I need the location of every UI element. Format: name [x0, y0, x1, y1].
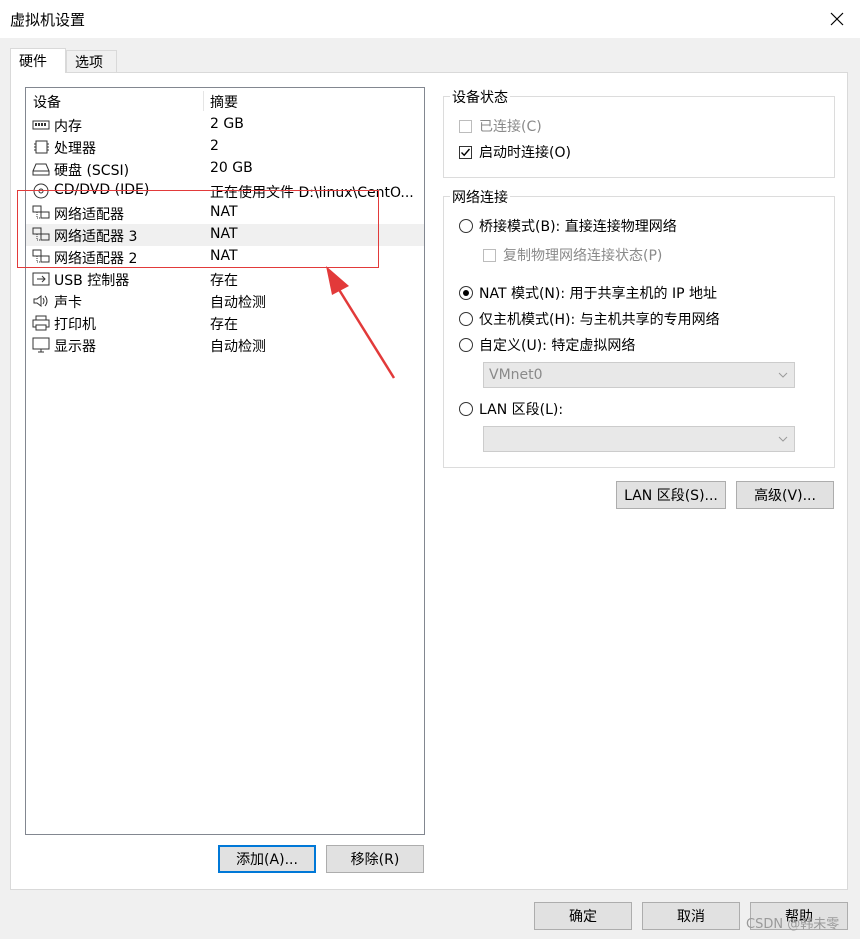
column-divider[interactable] — [203, 91, 204, 111]
lan-segments-button[interactable]: LAN 区段(S)... — [616, 481, 726, 509]
advanced-button[interactable]: 高级(V)... — [736, 481, 834, 509]
close-icon — [830, 12, 844, 26]
connected-checkbox-box[interactable] — [459, 119, 472, 133]
device-name: USB 控制器 — [54, 273, 130, 289]
nat-radio-circle[interactable] — [459, 286, 473, 300]
custom-radio-label: 自定义(U): 特定虚拟网络 — [479, 338, 636, 354]
connected-checkbox[interactable]: 已连接(C) — [459, 116, 542, 136]
remove-button[interactable]: 移除(R) — [326, 845, 424, 873]
printer-icon — [32, 315, 50, 331]
tab-options[interactable]: 选项 — [66, 50, 117, 72]
replicate-checkbox-label: 复制物理网络连接状态(P) — [503, 248, 663, 264]
device-summary: 2 — [210, 138, 219, 154]
cancel-button[interactable]: 取消 — [642, 902, 740, 930]
custom-radio-circle[interactable] — [459, 338, 473, 352]
bridged-radio-label: 桥接模式(B): 直接连接物理网络 — [479, 219, 677, 235]
custom-radio[interactable]: 自定义(U): 特定虚拟网络 — [459, 335, 635, 355]
speaker-icon — [33, 295, 48, 307]
device-name: 内存 — [54, 119, 82, 135]
lan-segment-radio[interactable]: LAN 区段(L): — [459, 399, 563, 419]
chevron-down-icon — [778, 436, 788, 442]
column-header-device[interactable]: 设备 — [33, 92, 61, 112]
device-row-processor[interactable]: 处理器 2 — [26, 136, 424, 158]
device-row-memory[interactable]: 内存 2 GB — [26, 114, 424, 136]
lan-segment-radio-label: LAN 区段(L): — [479, 402, 564, 418]
ok-button-label: 确定 — [569, 909, 597, 925]
nat-radio-label: NAT 模式(N): 用于共享主机的 IP 地址 — [479, 286, 717, 302]
device-summary: 自动检测 — [210, 295, 266, 311]
device-summary: 自动检测 — [210, 339, 266, 355]
disk-icon — [32, 163, 50, 176]
lan-segment-select[interactable] — [483, 426, 795, 452]
device-summary: 20 GB — [210, 160, 253, 176]
monitor-icon — [32, 337, 50, 353]
replicate-checkbox-box[interactable] — [483, 248, 496, 262]
cancel-button-label: 取消 — [677, 909, 705, 925]
device-summary: 存在 — [210, 317, 238, 333]
bridged-radio[interactable]: 桥接模式(B): 直接连接物理网络 — [459, 216, 677, 236]
memory-icon — [32, 120, 50, 130]
connected-checkbox-label: 已连接(C) — [479, 119, 542, 135]
add-button[interactable]: 添加(A)... — [218, 845, 316, 873]
lan-segment-radio-circle[interactable] — [459, 402, 473, 416]
ok-button[interactable]: 确定 — [534, 902, 632, 930]
annotation-highlight-box — [17, 190, 379, 268]
connect-at-power-on-label: 启动时连接(O) — [479, 145, 571, 161]
device-status-title: 设备状态 — [450, 87, 510, 107]
window-title: 虚拟机设置 — [10, 11, 86, 29]
device-name: 硬盘 (SCSI) — [54, 163, 130, 179]
column-header-summary[interactable]: 摘要 — [210, 92, 238, 112]
bridged-radio-circle[interactable] — [459, 219, 473, 233]
replicate-checkbox[interactable]: 复制物理网络连接状态(P) — [483, 245, 662, 265]
checkmark-icon — [461, 148, 471, 156]
device-summary: 2 GB — [210, 116, 244, 132]
custom-network-select[interactable]: VMnet0 — [483, 362, 795, 388]
device-name: 打印机 — [54, 317, 96, 333]
chevron-down-icon — [778, 372, 788, 378]
device-row-hard-disk[interactable]: 硬盘 (SCSI) 20 GB — [26, 158, 424, 180]
tab-hardware[interactable]: 硬件 — [10, 48, 66, 73]
advanced-button-label: 高级(V)... — [754, 488, 816, 504]
lan-segments-button-label: LAN 区段(S)... — [624, 488, 718, 504]
tab-hardware-label: 硬件 — [19, 54, 47, 70]
title-bar: 虚拟机设置 — [0, 0, 860, 38]
device-name: 处理器 — [54, 141, 96, 157]
connect-at-power-on-checkbox-box[interactable] — [459, 145, 472, 159]
custom-network-select-value: VMnet0 — [489, 367, 543, 383]
host-only-radio-circle[interactable] — [459, 312, 473, 326]
device-status-group — [443, 96, 835, 178]
watermark: CSDN @韩未零 — [746, 917, 840, 932]
cpu-icon — [34, 140, 49, 154]
annotation-arrow — [326, 266, 396, 379]
device-summary: 存在 — [210, 273, 238, 289]
connect-at-power-on-checkbox[interactable]: 启动时连接(O) — [459, 142, 571, 162]
remove-button-label: 移除(R) — [350, 852, 400, 868]
tab-options-label: 选项 — [75, 54, 103, 71]
host-only-radio[interactable]: 仅主机模式(H): 与主机共享的专用网络 — [459, 309, 720, 329]
add-button-label: 添加(A)... — [236, 852, 298, 868]
device-name: 显示器 — [54, 339, 96, 355]
host-only-radio-label: 仅主机模式(H): 与主机共享的专用网络 — [479, 312, 720, 328]
close-button[interactable] — [822, 4, 852, 34]
device-name: 声卡 — [54, 295, 82, 311]
nat-radio[interactable]: NAT 模式(N): 用于共享主机的 IP 地址 — [459, 283, 717, 303]
usb-icon — [32, 272, 50, 286]
network-connection-title: 网络连接 — [450, 187, 510, 207]
